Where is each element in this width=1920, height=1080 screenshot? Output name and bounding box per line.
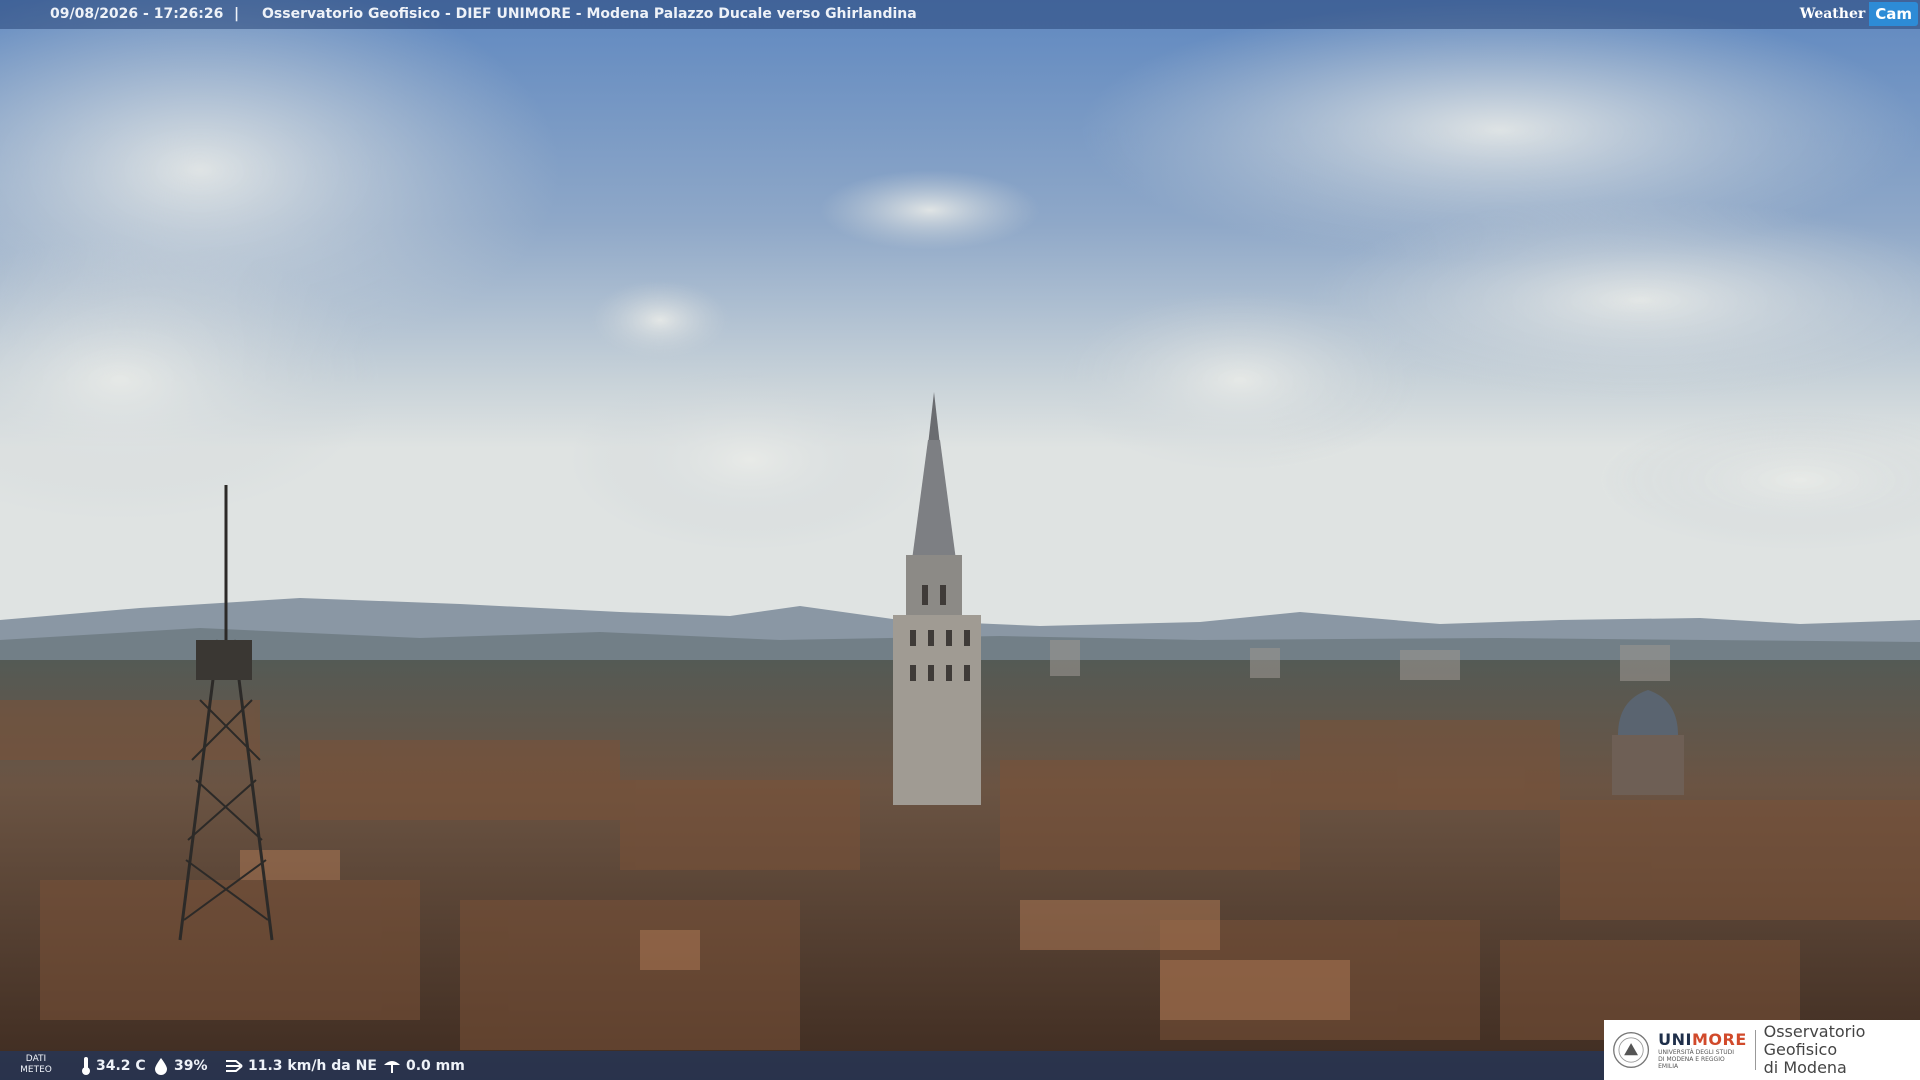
unimore-subtitle: UNIVERSITÀ DEGLI STUDI DI MODENA E REGGI…	[1658, 1049, 1734, 1070]
uni-suffix: MORE	[1691, 1030, 1747, 1049]
temperature-value: 34.2 C	[96, 1057, 146, 1074]
rain-reading: 0.0 mm	[382, 1051, 465, 1080]
camera-location-title: Osservatorio Geofisico - DIEF UNIMORE - …	[262, 6, 917, 22]
logo-divider	[1754, 1030, 1756, 1070]
university-seal-icon	[1613, 1032, 1650, 1068]
weathercam-logo: Weather Cam	[1800, 2, 1918, 26]
dati-label-line1: DATI	[25, 1054, 47, 1064]
uni-prefix: UNI	[1658, 1030, 1692, 1049]
observatory-line2: di Modena	[1763, 1058, 1847, 1077]
rain-value: 0.0 mm	[406, 1057, 465, 1074]
wind-icon	[226, 1059, 243, 1072]
rain-gauge-icon	[384, 1060, 400, 1073]
humidity-reading: 39%	[152, 1051, 208, 1080]
dati-meteo-label: DATI METEO	[14, 1054, 58, 1076]
observatory-line1: Osservatorio Geofisico	[1763, 1022, 1866, 1059]
header-bar: 09/08/2026 - 17:26:26 | Osservatorio Geo…	[0, 0, 1920, 29]
temperature-reading: 34.2 C	[80, 1051, 146, 1080]
wind-value: 11.3 km/h da NE	[248, 1057, 377, 1074]
unimore-logo-box: UNIMORE UNIVERSITÀ DEGLI STUDI DI MODENA…	[1604, 1020, 1920, 1080]
header-separator: |	[234, 6, 240, 22]
unimore-name: UNIMORE	[1658, 1030, 1747, 1049]
brand-weather-text: Weather	[1799, 5, 1866, 22]
brand-cam-text: Cam	[1869, 2, 1918, 26]
humidity-value: 39%	[174, 1057, 208, 1074]
webcam-scene	[0, 0, 1920, 1080]
humidity-drop-icon	[155, 1057, 167, 1075]
timestamp: 09/08/2026 - 17:26:26	[50, 6, 224, 22]
observatory-name: Osservatorio Geofisico di Modena	[1764, 1023, 1920, 1077]
dati-label-line2: METEO	[20, 1065, 52, 1075]
unimore-wordmark: UNIMORE UNIVERSITÀ DEGLI STUDI DI MODENA…	[1658, 1030, 1747, 1070]
thermometer-icon	[82, 1056, 90, 1075]
wind-reading: 11.3 km/h da NE	[224, 1051, 377, 1080]
